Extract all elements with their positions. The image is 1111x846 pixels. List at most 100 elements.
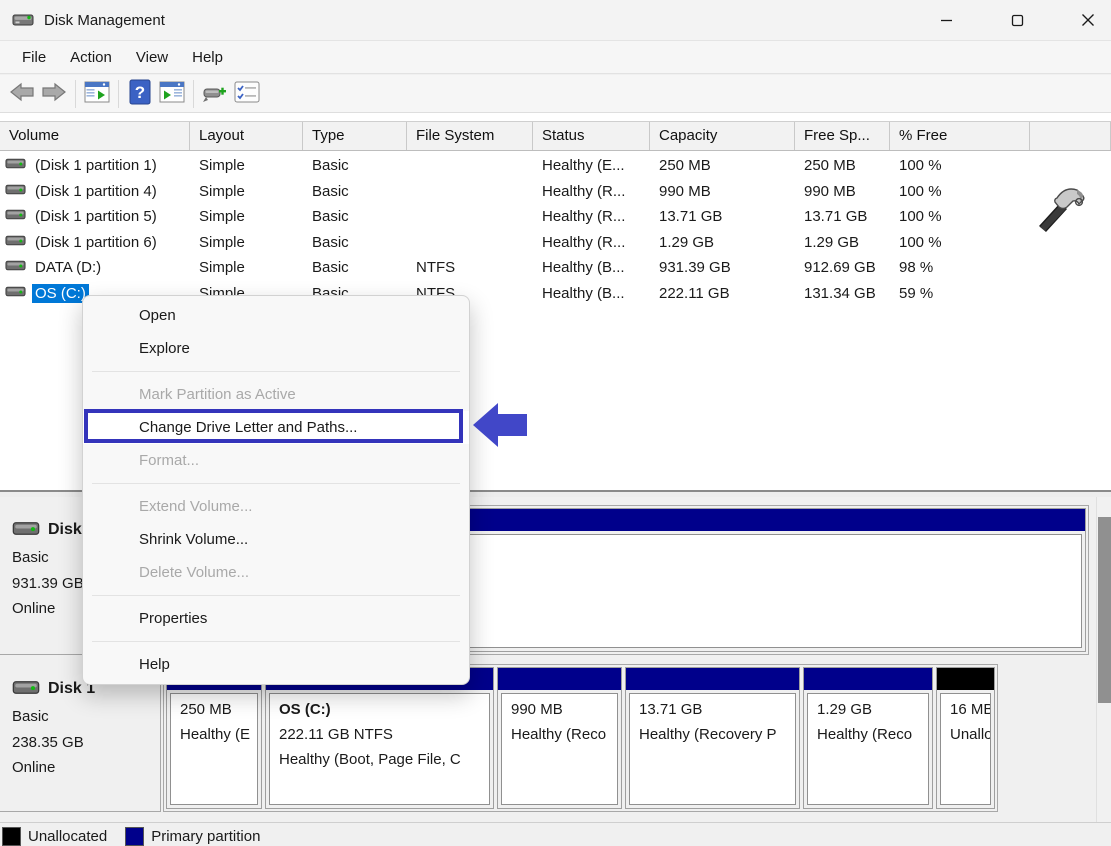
column-header-status[interactable]: Status bbox=[533, 122, 650, 150]
title-bar: Disk Management bbox=[0, 0, 1111, 41]
cell-type: Basic bbox=[303, 234, 407, 251]
menu-separator bbox=[92, 595, 460, 596]
partition-block[interactable]: 250 MBHealthy (E bbox=[166, 667, 262, 809]
toolbar-back-button[interactable] bbox=[6, 79, 38, 109]
menu-item-change-drive-letter-and-paths[interactable]: Change Drive Letter and Paths... bbox=[83, 411, 469, 444]
toolbar-help-button[interactable]: ? bbox=[124, 79, 156, 109]
column-header-layout[interactable]: Layout bbox=[190, 122, 303, 150]
menu-item-properties[interactable]: Properties bbox=[83, 602, 469, 635]
volume-name: OS (C:) bbox=[32, 284, 89, 303]
partition-block[interactable]: 13.71 GBHealthy (Recovery P bbox=[625, 667, 800, 809]
column-header-volume[interactable]: Volume bbox=[0, 122, 190, 150]
volume-icon bbox=[5, 156, 26, 175]
cell-status: Healthy (R... bbox=[533, 183, 650, 200]
cell-layout: Simple bbox=[190, 208, 303, 225]
legend-item-unallocated: Unallocated bbox=[2, 827, 107, 846]
menu-item-open[interactable]: Open bbox=[83, 299, 469, 332]
toolbar-forward-button[interactable] bbox=[38, 79, 70, 109]
cell-free: 131.34 GB bbox=[795, 285, 890, 302]
minimize-button[interactable] bbox=[923, 0, 969, 40]
close-button[interactable] bbox=[1065, 0, 1111, 40]
disk-management-app-icon bbox=[12, 12, 34, 28]
partition-block[interactable]: 1.29 GBHealthy (Reco bbox=[803, 667, 933, 809]
partition-color-strip bbox=[626, 668, 799, 690]
menubar-item-action[interactable]: Action bbox=[58, 41, 124, 73]
partition-color-strip bbox=[498, 668, 621, 690]
cell-free: 13.71 GB bbox=[795, 208, 890, 225]
legend-label: Unallocated bbox=[28, 827, 107, 845]
menu-item-shrink-volume[interactable]: Shrink Volume... bbox=[83, 523, 469, 556]
menu-bar: FileActionViewHelp bbox=[0, 41, 1111, 74]
cell-layout: Simple bbox=[190, 183, 303, 200]
maximize-button[interactable] bbox=[994, 0, 1040, 40]
rescan-icon bbox=[202, 81, 228, 107]
cell-capacity: 1.29 GB bbox=[650, 234, 795, 251]
toolbar-separator bbox=[75, 80, 76, 108]
disk-icon bbox=[12, 519, 40, 542]
partition-detail: Healthy (E bbox=[180, 722, 257, 747]
volume-cell: (Disk 1 partition 1) bbox=[0, 156, 190, 175]
volume-name: DATA (D:) bbox=[32, 258, 104, 277]
column-header-free[interactable]: % Free bbox=[890, 122, 1030, 150]
cell-free: 1.29 GB bbox=[795, 234, 890, 251]
toolbar-action-pane-button[interactable] bbox=[156, 79, 188, 109]
tasks-icon bbox=[234, 81, 260, 107]
cell-status: Healthy (E... bbox=[533, 157, 650, 174]
volume-row[interactable]: (Disk 1 partition 6)SimpleBasicHealthy (… bbox=[0, 230, 1111, 256]
menu-item-explore[interactable]: Explore bbox=[83, 332, 469, 365]
cell-status: Healthy (R... bbox=[533, 234, 650, 251]
partition-block[interactable]: OS (C:)222.11 GB NTFSHealthy (Boot, Page… bbox=[265, 667, 494, 809]
menubar-item-help[interactable]: Help bbox=[180, 41, 235, 73]
column-header-type[interactable]: Type bbox=[303, 122, 407, 150]
toolbar-separator bbox=[193, 80, 194, 108]
partition-detail: Unallocated bbox=[950, 722, 990, 747]
cell-type: Basic bbox=[303, 208, 407, 225]
menu-item-help[interactable]: Help bbox=[83, 648, 469, 681]
menu-item-delete-volume: Delete Volume... bbox=[83, 556, 469, 589]
menubar-item-view[interactable]: View bbox=[124, 41, 180, 73]
toolbar-tasks-button[interactable] bbox=[231, 79, 263, 109]
cell-capacity: 250 MB bbox=[650, 157, 795, 174]
toolbar-rescan-button[interactable] bbox=[199, 79, 231, 109]
legend-item-primary: Primary partition bbox=[125, 827, 260, 846]
volume-row[interactable]: (Disk 1 partition 1)SimpleBasicHealthy (… bbox=[0, 153, 1111, 179]
toolbar: ? bbox=[0, 75, 1111, 113]
cell-pct: 98 % bbox=[890, 259, 1030, 276]
cell-status: Healthy (B... bbox=[533, 259, 650, 276]
toolbar-separator bbox=[118, 80, 119, 108]
toolbar-console-tree-button[interactable] bbox=[81, 79, 113, 109]
cell-free: 250 MB bbox=[795, 157, 890, 174]
cell-layout: Simple bbox=[190, 259, 303, 276]
volume-icon bbox=[5, 182, 26, 201]
vertical-scrollbar[interactable] bbox=[1096, 497, 1111, 822]
partition-block[interactable]: 990 MBHealthy (Reco bbox=[497, 667, 622, 809]
annotation-arrow-icon bbox=[471, 399, 529, 455]
menu-separator bbox=[92, 641, 460, 642]
partition-detail: Healthy (Recovery P bbox=[639, 722, 795, 747]
cell-capacity: 931.39 GB bbox=[650, 259, 795, 276]
column-header-free-sp[interactable]: Free Sp... bbox=[795, 122, 890, 150]
legend-swatch-primary bbox=[125, 827, 144, 846]
cell-status: Healthy (B... bbox=[533, 285, 650, 302]
vertical-scrollbar-thumb[interactable] bbox=[1098, 517, 1111, 703]
legend-bar: Unallocated Primary partition bbox=[0, 822, 1111, 844]
column-header-file-system[interactable]: File System bbox=[407, 122, 533, 150]
window-title: Disk Management bbox=[44, 12, 165, 29]
volume-icon bbox=[5, 207, 26, 226]
disk-info-box[interactable]: Disk 1Basic238.35 GBOnline bbox=[0, 664, 161, 812]
volume-row[interactable]: (Disk 1 partition 4)SimpleBasicHealthy (… bbox=[0, 179, 1111, 205]
volume-row[interactable]: DATA (D:)SimpleBasicNTFSHealthy (B...931… bbox=[0, 255, 1111, 281]
partition-block[interactable]: 16 MBUnallocated bbox=[936, 667, 995, 809]
volume-name: (Disk 1 partition 4) bbox=[32, 182, 160, 201]
column-header-capacity[interactable]: Capacity bbox=[650, 122, 795, 150]
volume-name: (Disk 1 partition 1) bbox=[32, 156, 160, 175]
menubar-item-file[interactable]: File bbox=[10, 41, 58, 73]
action-pane-icon bbox=[159, 81, 185, 107]
volume-row[interactable]: (Disk 1 partition 5)SimpleBasicHealthy (… bbox=[0, 204, 1111, 230]
menu-separator bbox=[92, 371, 460, 372]
disk-icon bbox=[12, 678, 40, 701]
cell-capacity: 990 MB bbox=[650, 183, 795, 200]
disk-row-1: Disk 1Basic238.35 GBOnline250 MBHealthy … bbox=[0, 664, 1096, 812]
help-icon: ? bbox=[129, 79, 151, 109]
cell-capacity: 13.71 GB bbox=[650, 208, 795, 225]
